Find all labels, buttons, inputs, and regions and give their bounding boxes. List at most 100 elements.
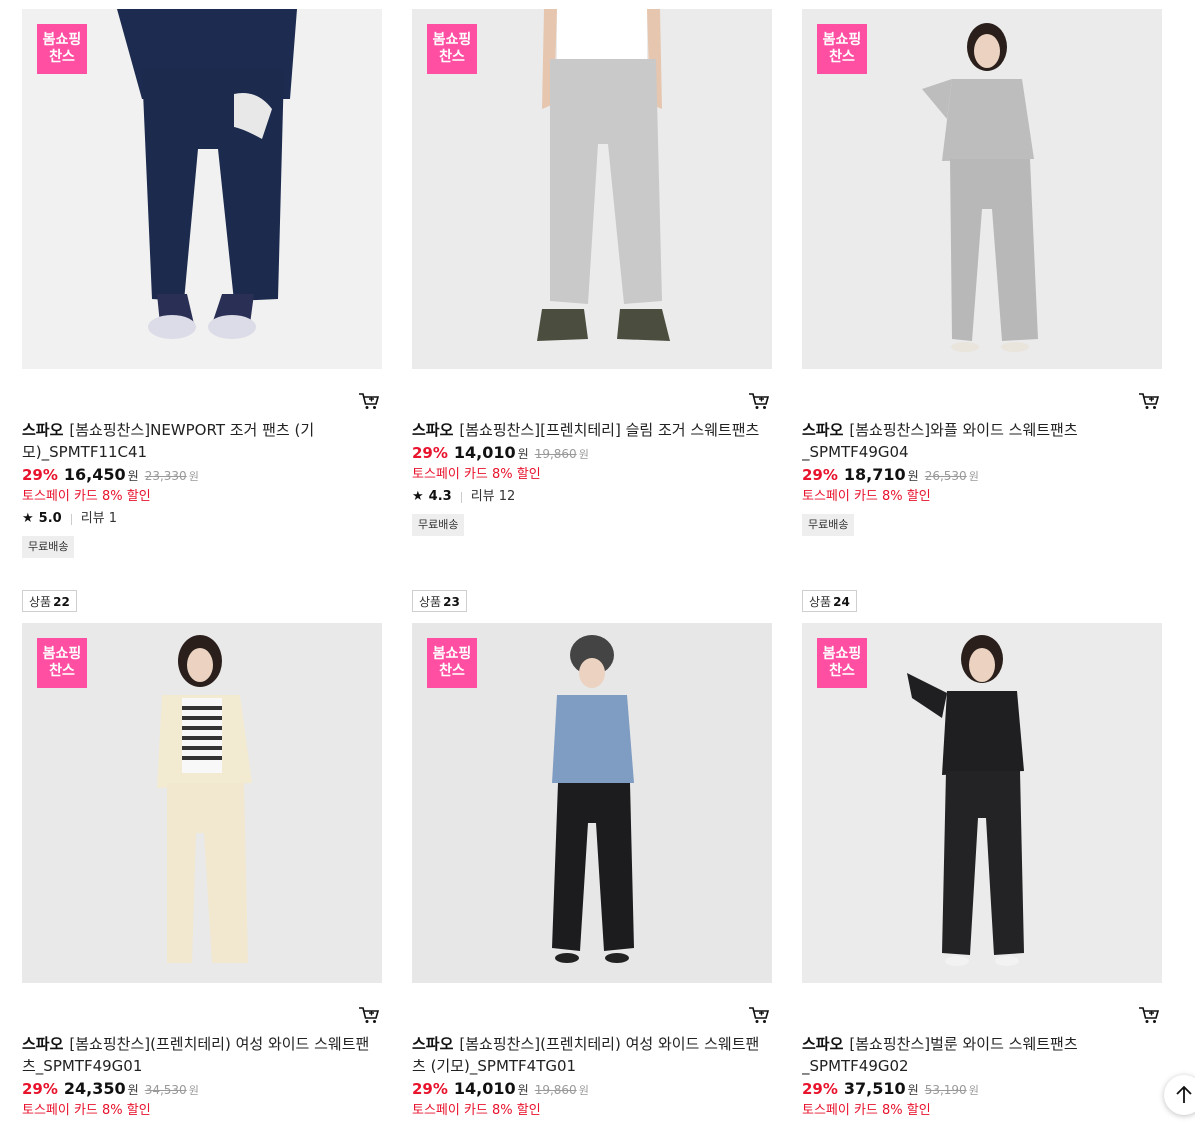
original-price: 53,190 [924,1083,967,1097]
currency: 원 [517,1083,529,1097]
price-line: 29% 24,350 원 34,530 원 [22,1078,382,1102]
promo-badge: 봄쇼핑 찬스 [817,638,867,688]
free-shipping-tag: 무료배송 [412,514,465,536]
card-promo: 토스페이 카드 8% 할인 [22,489,151,504]
product-card[interactable]: 봄쇼핑 찬스 스파오 [봄쇼핑찬스]와플 와이드 스웨트팬츠 _SPMTF49G0… [802,9,1162,536]
cart-icon[interactable] [1138,392,1160,410]
sale-price: 18,710 [843,465,906,484]
rank-number: 22 [53,595,70,609]
rank-number: 23 [443,595,460,609]
review-count: 리뷰 12 [470,489,516,504]
rank-number: 24 [833,595,850,609]
product-title[interactable]: 스파오 [봄쇼핑찬스]NEWPORT 조거 팬츠 (기모)_SPMTF11C41 [22,419,382,463]
card-promo: 토스페이 카드 8% 할인 [22,1103,151,1118]
divider [460,491,462,503]
product-title[interactable]: 스파오 [봄쇼핑찬스](프렌치테리) 여성 와이드 스웨트팬츠 (기모)_SPMT… [412,1033,772,1077]
discount-rate: 29% [22,1080,58,1098]
product-title[interactable]: 스파오 [봄쇼핑찬스]와플 와이드 스웨트팬츠 _SPMTF49G04 [802,419,1162,463]
cart-icon[interactable] [358,392,380,410]
promo-badge: 봄쇼핑 찬스 [427,24,477,74]
card-promo: 토스페이 카드 8% 할인 [412,1103,541,1118]
sale-price: 16,450 [63,465,126,484]
rank-text: 상품 [809,595,832,609]
promo-badge: 봄쇼핑 찬스 [37,638,87,688]
price-line: 29% 14,010 원 19,860 원 [412,1078,772,1102]
product-card[interactable]: 상품 23 봄쇼핑 찬스 스파오 [봄쇼핑찬스](프렌치테리) 여성 와이드 스웨트… [412,590,772,1118]
star-icon: ★ [412,489,424,504]
card-promo: 토스페이 카드 8% 할인 [802,489,931,504]
rank-label: 상품 23 [412,590,467,612]
currency: 원 [188,470,199,483]
sale-price: 14,010 [453,443,516,462]
product-image[interactable]: 봄쇼핑 찬스 [22,623,382,983]
cart-icon[interactable] [1138,1006,1160,1024]
product-card[interactable]: 상품 22 봄쇼핑 찬스 스파오 [봄쇼핑찬스](프렌치테리) 여성 와이드 스웨트… [22,590,382,1118]
divider [70,513,72,525]
price-line: 29% 37,510 원 53,190 원 [802,1078,1162,1102]
scroll-top-button[interactable] [1164,1075,1195,1115]
product-image[interactable]: 봄쇼핑 찬스 [22,9,382,369]
product-title[interactable]: 스파오 [봄쇼핑찬스]벌룬 와이드 스웨트팬츠 _SPMTF49G02 [802,1033,1162,1077]
rating: ★ 5.0 리뷰 1 [22,510,382,528]
price-line: 29% 18,710 원 26,530 원 [802,464,1162,488]
rating-score: 5.0 [38,511,62,526]
currency: 원 [578,1084,589,1097]
cart-icon[interactable] [748,392,770,410]
free-shipping-tag: 무료배송 [22,536,75,558]
brand-name: 스파오 [412,1035,454,1053]
discount-rate: 29% [802,1080,838,1098]
brand-name: 스파오 [22,1035,64,1053]
currency: 원 [127,469,139,483]
product-title[interactable]: 스파오 [봄쇼핑찬스][프렌치테리] 슬림 조거 스웨트팬츠 [412,419,772,441]
rating: ★ 4.3 리뷰 12 [412,488,772,506]
product-name: [봄쇼핑찬스]벌룬 와이드 스웨트팬츠 _SPMTF49G02 [802,1035,1078,1075]
review-count: 리뷰 1 [80,511,118,526]
brand-name: 스파오 [412,421,454,439]
card-promo: 토스페이 카드 8% 할인 [412,467,541,482]
original-price: 26,530 [924,469,967,483]
sale-price: 24,350 [63,1079,126,1098]
product-image[interactable]: 봄쇼핑 찬스 [802,9,1162,369]
currency: 원 [578,448,589,461]
arrow-up-icon [1176,1085,1192,1103]
star-icon: ★ [22,511,34,526]
original-price: 19,860 [534,447,577,461]
discount-rate: 29% [22,466,58,484]
product-name: [봄쇼핑찬스](프렌치테리) 여성 와이드 스웨트팬츠_SPMTF49G01 [22,1035,370,1075]
brand-name: 스파오 [22,421,64,439]
brand-name: 스파오 [802,421,844,439]
promo-badge: 봄쇼핑 찬스 [37,24,87,74]
product-title[interactable]: 스파오 [봄쇼핑찬스](프렌치테리) 여성 와이드 스웨트팬츠_SPMTF49G0… [22,1033,382,1077]
price-line: 29% 16,450 원 23,330 원 [22,464,382,488]
rank-text: 상품 [29,595,52,609]
sale-price: 14,010 [453,1079,516,1098]
promo-badge: 봄쇼핑 찬스 [817,24,867,74]
sale-price: 37,510 [843,1079,906,1098]
brand-name: 스파오 [802,1035,844,1053]
card-promo: 토스페이 카드 8% 할인 [802,1103,931,1118]
original-price: 19,860 [534,1083,577,1097]
rank-label: 상품 22 [22,590,77,612]
currency: 원 [907,469,919,483]
rank-label: 상품 24 [802,590,857,612]
cart-icon[interactable] [358,1006,380,1024]
original-price: 34,530 [144,1083,187,1097]
discount-rate: 29% [802,466,838,484]
currency: 원 [188,1084,199,1097]
product-image[interactable]: 봄쇼핑 찬스 [802,623,1162,983]
rating-score: 4.3 [428,489,452,504]
product-image[interactable]: 봄쇼핑 찬스 [412,623,772,983]
currency: 원 [907,1083,919,1097]
product-card[interactable]: 상품 24 봄쇼핑 찬스 스파오 [봄쇼핑찬스]벌룬 와이드 스웨트팬츠 _SPMT… [802,590,1162,1118]
product-image[interactable]: 봄쇼핑 찬스 [412,9,772,369]
cart-icon[interactable] [748,1006,770,1024]
product-name: [봄쇼핑찬스][프렌치테리] 슬림 조거 스웨트팬츠 [459,421,760,439]
product-card[interactable]: 봄쇼핑 찬스 스파오 [봄쇼핑찬스][프렌치테리] 슬림 조거 스웨트팬츠 29%… [412,9,772,536]
discount-rate: 29% [412,444,448,462]
currency: 원 [127,1083,139,1097]
product-card[interactable]: 봄쇼핑 찬스 스파오 [봄쇼핑찬스]NEWPORT 조거 팬츠 (기모)_SPMT… [22,9,382,558]
price-line: 29% 14,010 원 19,860 원 [412,442,772,466]
currency: 원 [517,447,529,461]
currency: 원 [968,470,979,483]
product-name: [봄쇼핑찬스](프렌치테리) 여성 와이드 스웨트팬츠 (기모)_SPMTF4T… [412,1035,760,1075]
